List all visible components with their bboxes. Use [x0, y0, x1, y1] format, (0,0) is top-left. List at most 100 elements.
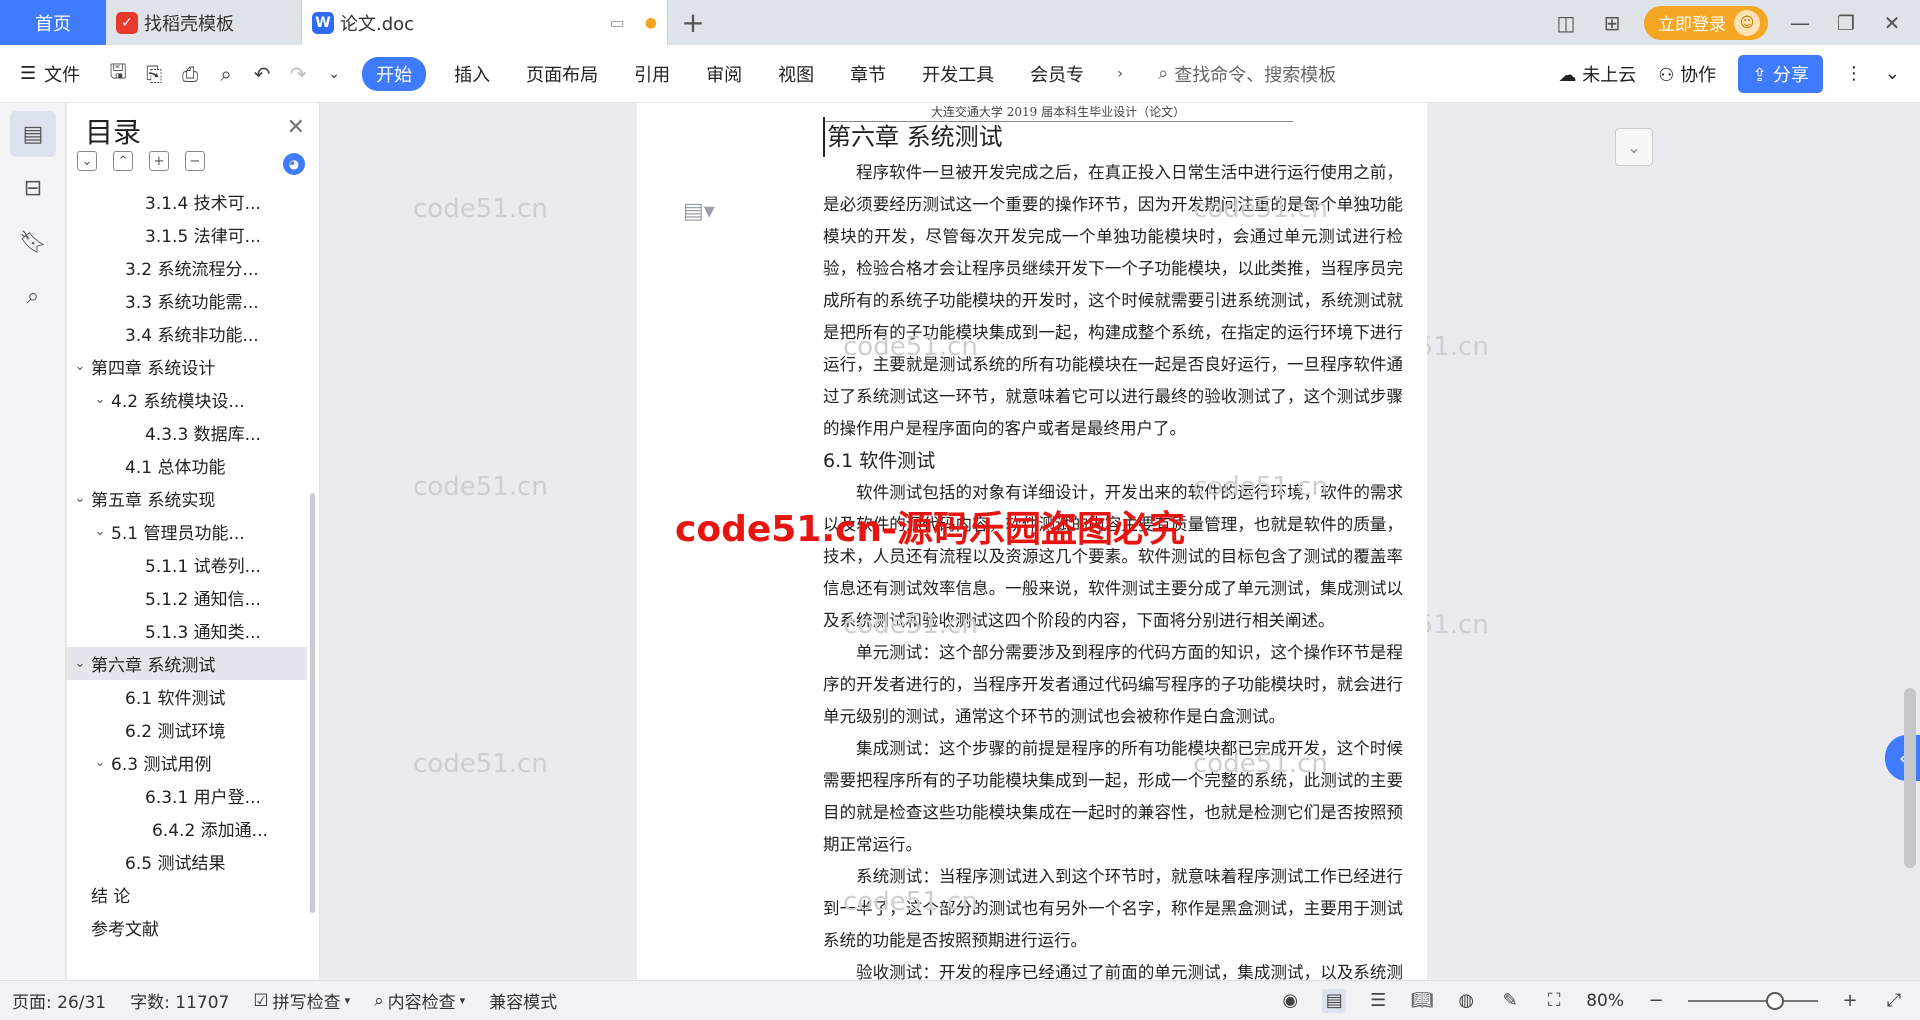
expand-all-icon[interactable]: ⌄ — [77, 151, 97, 171]
toc-panel-icon[interactable]: ▤ — [10, 111, 56, 157]
toc-item[interactable]: 6.1 软件测试 — [67, 680, 307, 713]
tab-document[interactable]: W 论文.doc ▭ ● — [302, 0, 668, 45]
close-icon[interactable]: ✕ — [1878, 9, 1906, 37]
zoom-out-icon[interactable]: − — [1644, 989, 1668, 1013]
find-icon[interactable]: ⌕ — [10, 273, 56, 319]
menu-developer[interactable]: 开发工具 — [904, 61, 1012, 87]
toc-item[interactable]: 5.1.3 通知类... — [67, 614, 307, 647]
unsaved-dot-icon: ● — [644, 14, 657, 31]
zoom-in-icon[interactable]: + — [1838, 989, 1862, 1013]
new-tab-button[interactable]: + — [668, 0, 718, 45]
customize-dropdown-icon[interactable]: ⌄ — [319, 59, 349, 89]
cloud-status[interactable]: ☁ 未上云 — [1559, 61, 1637, 87]
chapter-nav-icon[interactable]: ⊟ — [10, 165, 56, 211]
bookmark-icon[interactable]: 🔖︎ — [10, 219, 56, 265]
toc-item[interactable]: ⌄ 第四章 系统设计 — [67, 350, 307, 383]
save-icon[interactable]: 🖫 — [103, 59, 133, 89]
toc-item[interactable]: 3.3 系统功能需... — [67, 284, 307, 317]
chevron-down-icon[interactable]: ⌄ — [71, 656, 89, 671]
menu-more-icon[interactable]: › — [1105, 59, 1135, 89]
toc-item-label: 第六章 系统测试 — [91, 656, 216, 676]
redo-icon[interactable]: ↷ — [283, 59, 313, 89]
eye-protection-icon[interactable]: ◉ — [1278, 989, 1302, 1013]
zoom-level[interactable]: 80% — [1586, 991, 1624, 1011]
page-view-icon[interactable]: ▤ — [1322, 988, 1347, 1013]
vertical-scrollbar[interactable] — [1900, 103, 1920, 980]
restore-icon[interactable]: ❐ — [1832, 9, 1860, 37]
scroll-thumb[interactable] — [1904, 688, 1916, 868]
toc-item[interactable]: 3.1.5 法律可... — [67, 218, 307, 251]
toc-item[interactable]: 5.1.2 通知信... — [67, 581, 307, 614]
fit-page-icon[interactable]: ⛶ — [1542, 989, 1566, 1013]
toc-item[interactable]: 参考文献 — [67, 911, 307, 944]
export-pdf-icon[interactable]: ⎘ — [139, 59, 169, 89]
menu-home[interactable]: 开始 — [362, 56, 427, 91]
toc-scrollbar[interactable] — [310, 493, 315, 913]
toc-item[interactable]: 6.3.1 用户登... — [67, 779, 307, 812]
file-menu[interactable]: ☰ 文件 — [0, 61, 100, 87]
tab-home[interactable]: 首页 — [0, 0, 106, 45]
toc-item[interactable]: 6.2 测试环境 — [67, 713, 307, 746]
ai-assistant-icon[interactable]: ◕ — [283, 153, 305, 175]
toc-item[interactable]: 3.2 系统流程分... — [67, 251, 307, 284]
apps-grid-icon[interactable]: ⊞ — [1598, 9, 1626, 37]
toc-item-label: 5.1 管理员功能... — [111, 524, 245, 544]
zoom-slider[interactable] — [1688, 991, 1818, 1010]
toc-item[interactable]: 3.4 系统非功能... — [67, 317, 307, 350]
menu-review[interactable]: 审阅 — [688, 61, 760, 87]
toc-item[interactable]: ⌄ 第六章 系统测试 — [67, 647, 307, 680]
menu-view[interactable]: 视图 — [760, 61, 832, 87]
collapse-ribbon-icon[interactable]: ⌄ — [1885, 63, 1900, 84]
web-view-icon[interactable]: ◍ — [1454, 989, 1478, 1013]
reading-view-icon[interactable]: 📖︎ — [1410, 989, 1434, 1013]
tab-template[interactable]: ✓ 找稻壳模板 — [106, 0, 302, 45]
menu-member[interactable]: 会员专 — [1012, 61, 1102, 87]
toc-item[interactable]: 结 论 — [67, 878, 307, 911]
chevron-down-icon[interactable]: ⌄ — [91, 524, 109, 539]
menu-page-layout[interactable]: 页面布局 — [508, 61, 616, 87]
chevron-down-icon[interactable]: ⌄ — [71, 491, 89, 506]
zoom-slider-knob[interactable] — [1766, 991, 1784, 1010]
command-search[interactable]: ⌕ 查找命令、搜索模板 — [1158, 61, 1336, 87]
toc-item-label: 4.2 系统模块设... — [111, 392, 245, 412]
add-heading-icon[interactable]: + — [149, 151, 169, 171]
collaborate-button[interactable]: ⚇ 协作 — [1658, 61, 1716, 87]
toc-item[interactable]: 4.1 总体功能 — [67, 449, 307, 482]
window-layout-icon[interactable]: ◫ — [1552, 9, 1580, 37]
menu-chapter[interactable]: 章节 — [832, 61, 904, 87]
content-check-button[interactable]: ⌕ 内容检查 ▾ — [362, 988, 477, 1014]
chevron-down-icon[interactable]: ⌄ — [71, 359, 89, 374]
toc-item[interactable]: 5.1.1 试卷列... — [67, 548, 307, 581]
fullscreen-icon[interactable]: ⤢ — [1882, 989, 1906, 1013]
write-mode-icon[interactable]: ✎ — [1498, 989, 1522, 1013]
toc-item[interactable]: 3.1.4 技术可... — [67, 185, 307, 218]
login-button[interactable]: 立即登录 ☺ — [1644, 5, 1768, 40]
minimize-icon[interactable]: — — [1786, 9, 1814, 37]
remove-heading-icon[interactable]: − — [185, 151, 205, 171]
toc-item[interactable]: 6.4.2 添加通... — [67, 812, 307, 845]
chevron-down-icon[interactable]: ⌄ — [91, 755, 109, 770]
toc-item[interactable]: ⌄ 6.3 测试用例 — [67, 746, 307, 779]
menu-references[interactable]: 引用 — [616, 61, 688, 87]
word-count[interactable]: 字数: 11707 — [118, 988, 241, 1013]
toc-item[interactable]: 6.5 测试结果 — [67, 845, 307, 878]
print-preview-icon[interactable]: ⌕ — [211, 59, 241, 89]
more-options-icon[interactable]: ⋮ — [1845, 63, 1863, 84]
collapse-all-icon[interactable]: ⌃ — [113, 151, 133, 171]
toc-item[interactable]: 4.3.3 数据库... — [67, 416, 307, 449]
print-icon[interactable]: ⎙ — [175, 59, 205, 89]
outline-view-icon[interactable]: ☰ — [1366, 989, 1390, 1013]
share-button[interactable]: ⇪ 分享 — [1738, 54, 1823, 93]
undo-icon[interactable]: ↶ — [247, 59, 277, 89]
toc-item[interactable]: ⌄ 第五章 系统实现 — [67, 482, 307, 515]
page-count[interactable]: 页面: 26/31 — [0, 988, 118, 1013]
monitor-icon[interactable]: ▭ — [610, 13, 625, 32]
menu-insert[interactable]: 插入 — [436, 61, 508, 87]
spell-check-button[interactable]: ☑ 拼写检查 ▾ — [241, 988, 362, 1014]
chevron-down-icon[interactable]: ⌄ — [91, 392, 109, 407]
paragraph-format-icon[interactable]: ▤▾ — [683, 199, 715, 224]
toc-close-icon[interactable]: ✕ — [287, 115, 305, 140]
side-collapse-icon[interactable]: ⌄ — [1615, 128, 1653, 166]
toc-item[interactable]: ⌄ 4.2 系统模块设... — [67, 383, 307, 416]
toc-item[interactable]: ⌄ 5.1 管理员功能... — [67, 515, 307, 548]
